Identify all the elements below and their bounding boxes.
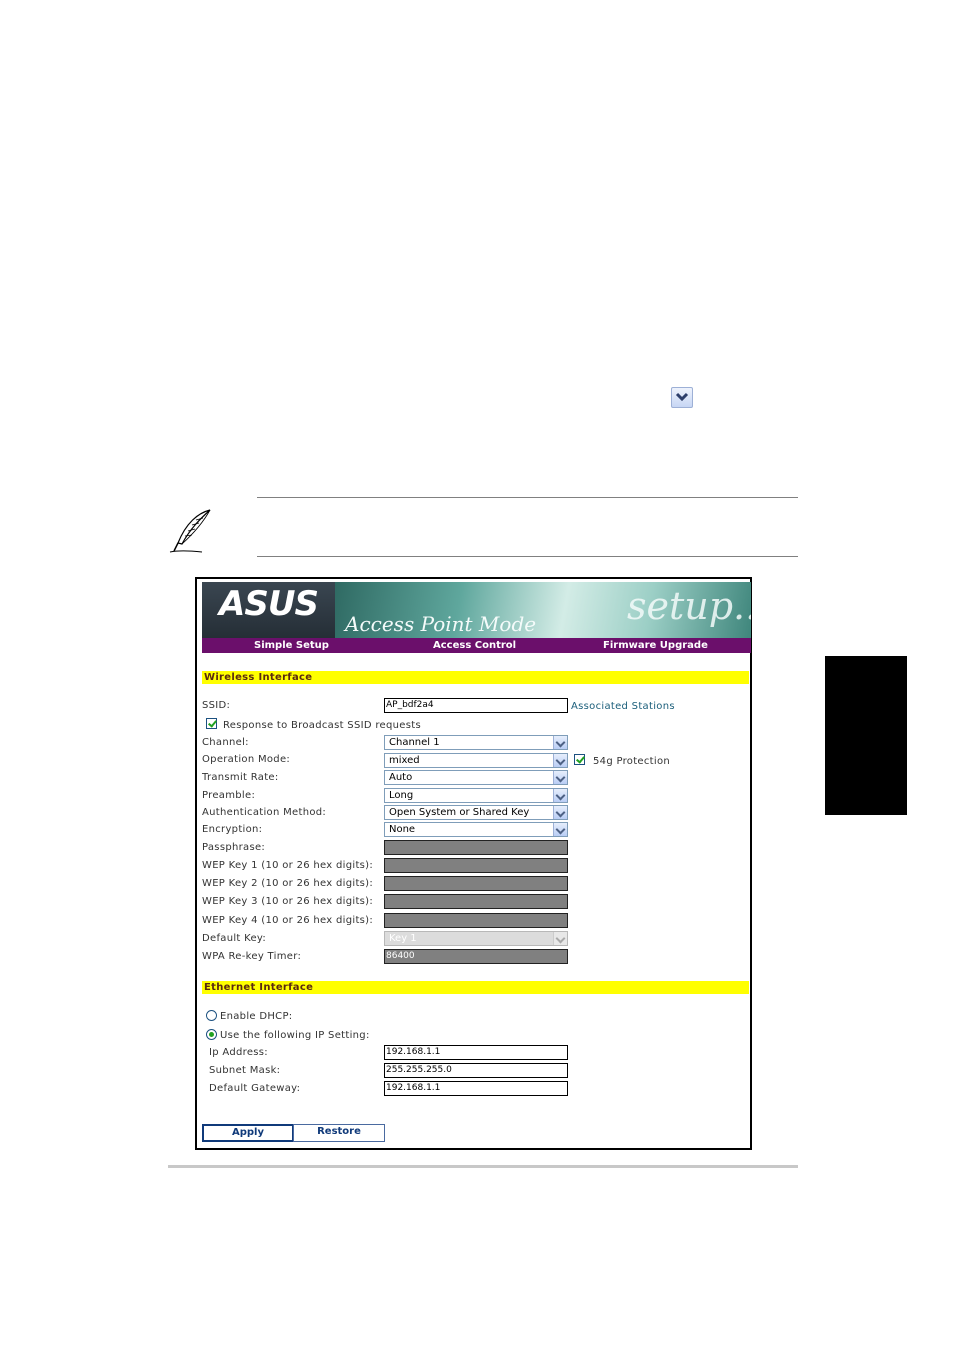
preamble-label: Preamble:	[202, 790, 256, 801]
operation-mode-label: Operation Mode:	[202, 754, 291, 765]
dhcp-label: Enable DHCP:	[220, 1011, 293, 1022]
wep-key2-input[interactable]	[384, 876, 568, 891]
chevron-down-icon	[553, 771, 567, 784]
feather-pen-icon	[168, 507, 216, 555]
ethernet-section-header: Ethernet Interface	[202, 981, 749, 994]
broadcast-ssid-checkbox[interactable]	[206, 718, 217, 729]
ip-address-label: Ip Address:	[209, 1047, 268, 1058]
chevron-down-icon	[553, 932, 567, 945]
chevron-down-icon	[553, 754, 567, 767]
auth-method-select[interactable]: Open System or Shared Key	[384, 805, 568, 820]
note-divider-bottom	[257, 556, 798, 557]
static-ip-radio[interactable]	[206, 1029, 217, 1040]
router-setup-screenshot: ASUS Access Point Mode setup... Simple S…	[195, 577, 752, 1150]
chevron-down-icon	[553, 806, 567, 819]
wep-key2-label: WEP Key 2 (10 or 26 hex digits):	[202, 878, 374, 889]
wep-key4-input[interactable]	[384, 913, 568, 928]
channel-value: Channel 1	[389, 737, 440, 748]
subnet-mask-input[interactable]: 255.255.255.0	[384, 1063, 568, 1078]
setup-tagline: setup...	[627, 584, 751, 628]
encryption-label: Encryption:	[202, 824, 263, 835]
passphrase-label: Passphrase:	[202, 842, 266, 853]
chevron-down-icon	[553, 736, 567, 749]
transmit-rate-select[interactable]: Auto	[384, 770, 568, 785]
wep-key1-label: WEP Key 1 (10 or 26 hex digits):	[202, 860, 374, 871]
channel-label: Channel:	[202, 737, 249, 748]
dropdown-arrow-icon	[671, 387, 693, 408]
menu-firmware-upgrade[interactable]: Firmware Upgrade	[603, 638, 708, 653]
passphrase-input[interactable]	[384, 840, 568, 855]
operation-mode-value: mixed	[389, 755, 420, 766]
main-menu: Simple Setup Access Control Firmware Upg…	[202, 638, 751, 653]
restore-button[interactable]: Restore	[293, 1124, 385, 1142]
preamble-value: Long	[389, 790, 414, 801]
chevron-down-icon	[553, 789, 567, 802]
associated-stations-link[interactable]: Associated Stations	[571, 701, 675, 712]
wep-key3-input[interactable]	[384, 894, 568, 909]
note-divider-top	[257, 497, 798, 498]
default-key-value: Key 1	[389, 933, 417, 944]
subnet-mask-label: Subnet Mask:	[209, 1065, 281, 1076]
rekey-timer-input[interactable]: 86400	[384, 949, 568, 964]
wireless-section-header: Wireless Interface	[202, 671, 749, 684]
default-gateway-input[interactable]: 192.168.1.1	[384, 1081, 568, 1096]
chevron-down-icon	[553, 823, 567, 836]
channel-select[interactable]: Channel 1	[384, 735, 568, 750]
static-ip-label: Use the following IP Setting:	[220, 1030, 370, 1041]
operation-mode-select[interactable]: mixed	[384, 753, 568, 768]
auth-method-label: Authentication Method:	[202, 807, 327, 818]
menu-access-control[interactable]: Access Control	[433, 638, 516, 653]
chapter-side-tab	[825, 656, 907, 815]
preamble-select[interactable]: Long	[384, 788, 568, 803]
ssid-input[interactable]: AP_bdf2a4	[384, 698, 568, 713]
protection-54g-checkbox[interactable]	[574, 754, 585, 765]
apply-button[interactable]: Apply	[202, 1124, 294, 1142]
broadcast-ssid-label: Response to Broadcast SSID requests	[223, 720, 421, 731]
transmit-rate-label: Transmit Rate:	[202, 772, 279, 783]
mode-title: Access Point Mode	[345, 612, 537, 636]
logo-area: ASUS	[202, 582, 335, 638]
protection-54g-label: 54g Protection	[593, 756, 671, 767]
transmit-rate-value: Auto	[389, 772, 413, 783]
header-banner: ASUS Access Point Mode setup...	[202, 582, 751, 638]
wep-key4-label: WEP Key 4 (10 or 26 hex digits):	[202, 915, 374, 926]
footer-rule	[168, 1165, 798, 1168]
asus-logo: ASUS	[219, 584, 319, 624]
wep-key1-input[interactable]	[384, 858, 568, 873]
rekey-timer-label: WPA Re-key Timer:	[202, 951, 302, 962]
dhcp-radio[interactable]	[206, 1010, 217, 1021]
ip-address-input[interactable]: 192.168.1.1	[384, 1045, 568, 1060]
encryption-value: None	[389, 824, 416, 835]
wep-key3-label: WEP Key 3 (10 or 26 hex digits):	[202, 896, 374, 907]
encryption-select[interactable]: None	[384, 822, 568, 837]
menu-simple-setup[interactable]: Simple Setup	[254, 638, 329, 653]
default-gateway-label: Default Gateway:	[209, 1083, 301, 1094]
ssid-label: SSID:	[202, 700, 231, 711]
default-key-label: Default Key:	[202, 933, 267, 944]
default-key-select[interactable]: Key 1	[384, 931, 568, 946]
auth-method-value: Open System or Shared Key	[389, 807, 530, 818]
